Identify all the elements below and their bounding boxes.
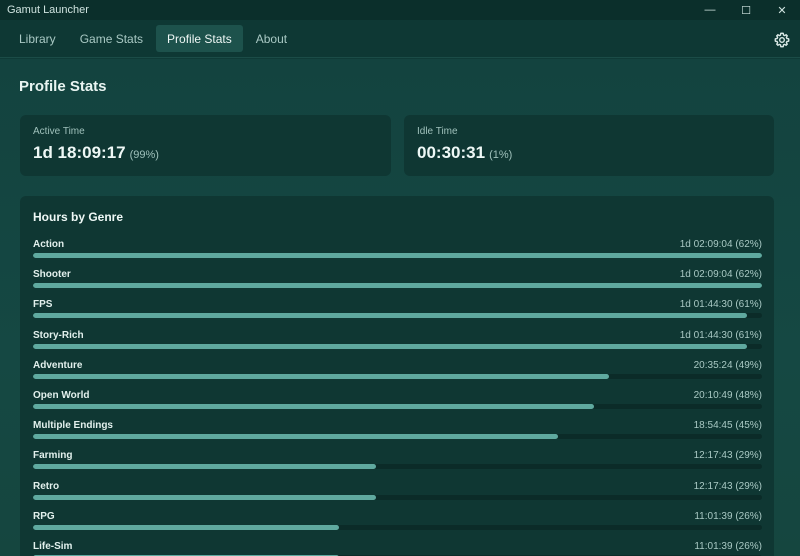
genre-progress-fill: [33, 253, 762, 258]
idle-time-card: Idle Time 00:30:31 (1%): [404, 115, 774, 176]
genre-name: Story-Rich: [33, 329, 84, 341]
genre-progress-track: [33, 373, 762, 379]
minimize-button[interactable]: —: [692, 0, 728, 20]
tab-game-stats[interactable]: Game Stats: [69, 25, 154, 52]
genre-row: Multiple Endings 18:54:45 (45%): [33, 420, 762, 450]
genre-row: Adventure 20:35:24 (49%): [33, 360, 762, 390]
genre-row: FPS 1d 01:44:30 (61%): [33, 299, 762, 329]
gear-icon[interactable]: [774, 32, 790, 48]
genre-name: FPS: [33, 299, 53, 311]
tab-about[interactable]: About: [245, 25, 298, 52]
genre-time: 1d 02:09:04 (62%): [679, 269, 762, 281]
title-bar: Gamut Launcher — ☐ ✕: [0, 0, 800, 20]
genre-row: Retro 12:17:43 (29%): [33, 481, 762, 511]
genre-progress-track: [33, 343, 762, 349]
genre-time: 11:01:39 (26%): [694, 510, 762, 522]
hours-by-genre-card: Hours by Genre Action 1d 02:09:04 (62%) Sh…: [20, 196, 774, 556]
genre-progress-track: [33, 464, 762, 470]
genre-progress-fill: [33, 373, 609, 379]
idle-time-value: 00:30:31: [417, 143, 486, 162]
genre-progress-track: [33, 253, 762, 258]
genre-name: Adventure: [33, 359, 83, 371]
tab-profile-stats[interactable]: Profile Stats: [156, 25, 243, 52]
genre-name: Multiple Endings: [33, 420, 113, 432]
genre-time: 12:17:43 (29%): [693, 450, 762, 462]
active-time-label: Active Time: [33, 126, 85, 137]
genre-row: Life-Sim 11:01:39 (26%): [33, 541, 762, 556]
genre-time: 12:17:43 (29%): [693, 480, 762, 492]
genre-progress-track: [33, 494, 762, 500]
genre-name: Action: [33, 239, 65, 250]
maximize-button[interactable]: ☐: [728, 0, 764, 20]
genre-progress-fill: [33, 343, 748, 349]
genre-progress-fill: [33, 283, 762, 289]
genre-name: Life-Sim: [33, 541, 73, 552]
genre-row: Shooter 1d 02:09:04 (62%): [33, 269, 762, 299]
genre-name: RPG: [33, 510, 55, 522]
nav-bar: Library Game Stats Profile Stats About: [0, 20, 800, 58]
active-time-value-row: 1d 18:09:17 (99%): [33, 143, 159, 163]
genre-time: 20:10:49 (48%): [693, 390, 762, 401]
genre-name: Retro: [33, 480, 60, 492]
genre-progress-track: [33, 404, 762, 409]
genre-progress-fill: [33, 464, 376, 470]
genre-row: Farming 12:17:43 (29%): [33, 450, 762, 480]
active-time-value: 1d 18:09:17: [33, 143, 126, 162]
genre-time: 11:01:39 (26%): [694, 541, 762, 552]
genre-progress-track: [33, 434, 762, 440]
close-button[interactable]: ✕: [764, 0, 800, 20]
genre-row: Open World 20:10:49 (48%): [33, 390, 762, 420]
genre-name: Farming: [33, 450, 73, 462]
app-title: Gamut Launcher: [7, 4, 89, 16]
genre-time: 20:35:24 (49%): [693, 359, 762, 371]
genre-progress-fill: [33, 434, 558, 440]
genre-time: 1d 01:44:30 (61%): [679, 329, 762, 341]
genre-row: RPG 11:01:39 (26%): [33, 511, 762, 541]
genre-row: Action 1d 02:09:04 (62%): [33, 239, 762, 269]
genre-name: Shooter: [33, 269, 71, 281]
genre-progress-fill: [33, 313, 748, 319]
genre-progress-fill: [33, 524, 340, 530]
genre-row: Story-Rich 1d 01:44:30 (61%): [33, 330, 762, 360]
window-controls: — ☐ ✕: [692, 0, 800, 20]
idle-time-value-row: 00:30:31 (1%): [417, 143, 512, 163]
genre-progress-fill: [33, 404, 595, 409]
idle-time-label: Idle Time: [417, 126, 458, 137]
active-time-percent: (99%): [129, 149, 159, 161]
genre-time: 1d 01:44:30 (61%): [679, 299, 762, 311]
main-content: Profile Stats Active Time 1d 18:09:17 (99…: [0, 59, 800, 556]
genre-time: 18:54:45 (45%): [693, 420, 762, 432]
genre-time: 1d 02:09:04 (62%): [679, 239, 762, 250]
genre-progress-fill: [33, 494, 376, 500]
genre-progress-track: [33, 313, 762, 319]
genre-name: Open World: [33, 390, 90, 401]
genre-progress-track: [33, 524, 762, 530]
genre-progress-track: [33, 283, 762, 289]
page-title: Profile Stats: [19, 78, 107, 95]
idle-time-percent: (1%): [489, 149, 513, 161]
active-time-card: Active Time 1d 18:09:17 (99%): [20, 115, 391, 176]
genre-card-title: Hours by Genre: [33, 210, 124, 224]
tab-library[interactable]: Library: [8, 25, 67, 52]
